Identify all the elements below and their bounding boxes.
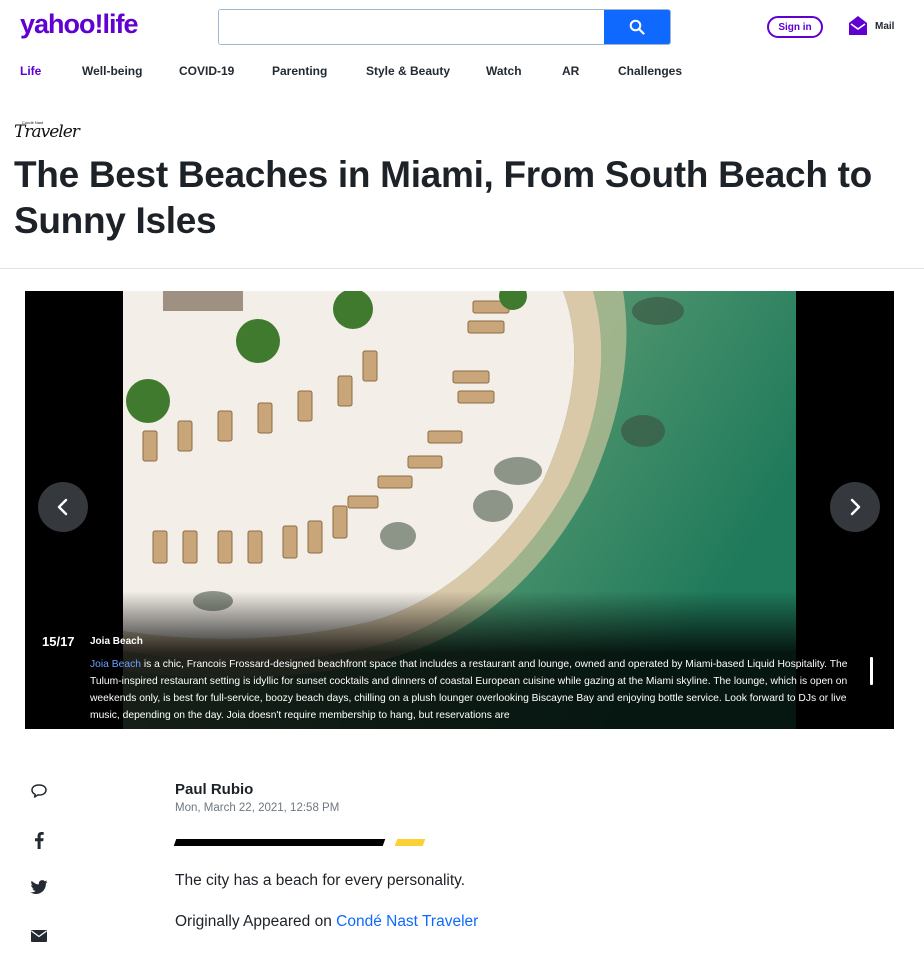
header-divider	[0, 268, 924, 269]
mail-link[interactable]: Mail	[848, 15, 894, 37]
comment-icon	[31, 784, 47, 798]
article-lede: The city has a beach for every personali…	[175, 872, 466, 889]
email-share-button[interactable]	[28, 925, 50, 947]
nav-item-well-being[interactable]: Well-being	[82, 64, 142, 78]
chevron-left-icon	[57, 498, 68, 516]
twitter-share-button[interactable]	[28, 876, 50, 898]
facebook-share-button[interactable]	[28, 829, 50, 851]
originally-appeared: Originally Appeared on Condé Nast Travel…	[175, 913, 478, 931]
byline-rule-accent	[394, 839, 426, 846]
nav-item-covid-19[interactable]: COVID-19	[179, 64, 234, 78]
author-name[interactable]: Paul Rubio	[175, 781, 253, 798]
search-input[interactable]	[219, 10, 605, 44]
slide-counter: 15/17	[42, 634, 75, 649]
caption-text: is a chic, Francois Frossard-designed be…	[90, 659, 848, 721]
publish-date: Mon, March 22, 2021, 12:58 PM	[175, 802, 340, 814]
publisher-logo[interactable]: Traveler	[14, 122, 80, 142]
twitter-icon	[30, 879, 48, 894]
next-slide-button[interactable]	[830, 482, 880, 532]
byline-rule	[173, 839, 386, 846]
nav-item-life[interactable]: Life	[20, 64, 41, 78]
sign-in-button[interactable]: Sign in	[767, 16, 823, 38]
comment-button[interactable]	[28, 780, 50, 802]
mail-icon	[31, 930, 47, 942]
slideshow: 15/17 Joia Beach Joia Beach is a chic, F…	[25, 291, 894, 729]
nav-item-challenges[interactable]: Challenges	[618, 64, 682, 78]
caption-scrollbar[interactable]	[870, 657, 873, 685]
yahoo-life-logo[interactable]: yahoo!life	[20, 9, 139, 40]
source-link[interactable]: Condé Nast Traveler	[336, 913, 478, 930]
search-button[interactable]	[604, 10, 670, 44]
search-bar	[218, 9, 671, 45]
slide-title: Joia Beach	[90, 636, 143, 647]
nav-item-style-beauty[interactable]: Style & Beauty	[366, 64, 450, 78]
search-icon	[629, 19, 645, 35]
mail-label: Mail	[875, 20, 895, 32]
nav-item-parenting[interactable]: Parenting	[272, 64, 327, 78]
nav-item-ar[interactable]: AR	[562, 64, 579, 78]
slide-caption[interactable]: Joia Beach is a chic, Francois Frossard-…	[90, 656, 850, 724]
caption-link[interactable]: Joia Beach	[90, 659, 141, 670]
chevron-right-icon	[850, 498, 861, 516]
previous-slide-button[interactable]	[38, 482, 88, 532]
article-headline: The Best Beaches in Miami, From South Be…	[14, 154, 872, 241]
originally-prefix: Originally Appeared on	[175, 913, 337, 930]
mail-icon	[849, 16, 867, 35]
nav-item-watch[interactable]: Watch	[486, 64, 522, 78]
facebook-icon	[35, 832, 44, 849]
